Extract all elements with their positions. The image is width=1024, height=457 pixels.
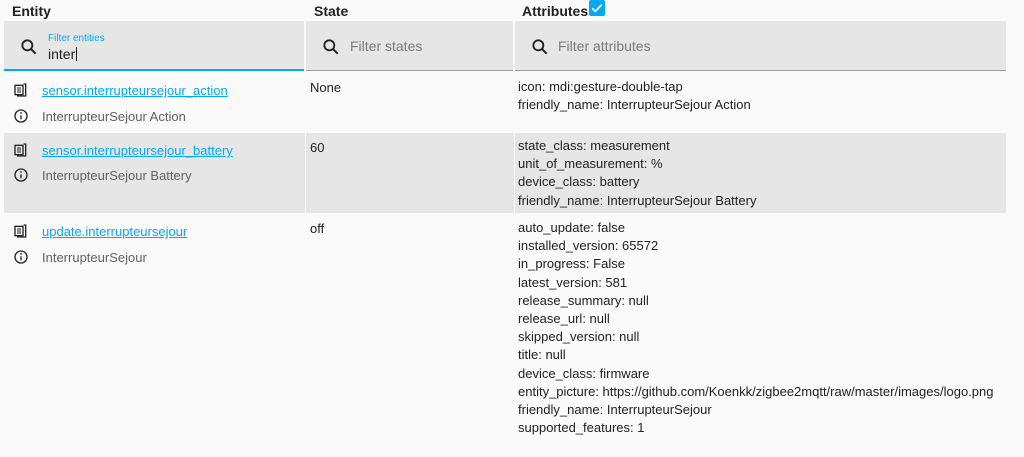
attribute-item: skipped_version: null bbox=[518, 329, 640, 345]
info-icon[interactable] bbox=[13, 249, 29, 265]
clipboard-icon[interactable] bbox=[13, 142, 29, 158]
entity-state: 60 bbox=[310, 140, 325, 155]
state-column-header: State bbox=[314, 3, 349, 19]
entity-filter-label: Filter entities bbox=[48, 33, 105, 44]
clipboard-icon[interactable] bbox=[13, 82, 29, 98]
attribute-item: entity_picture: https://github.com/Koenk… bbox=[518, 383, 994, 399]
entity-state: off bbox=[310, 221, 325, 236]
attribute-item: friendly_name: InterrupteurSejour bbox=[518, 402, 712, 418]
column-divider bbox=[514, 133, 515, 213]
attribute-item: release_url: null bbox=[518, 311, 610, 327]
checkmark-icon bbox=[591, 4, 603, 13]
attribute-item: unit_of_measurement: % bbox=[518, 156, 663, 172]
attribute-item: release_summary: null bbox=[518, 292, 649, 308]
state-filter-field[interactable]: Filter states bbox=[306, 21, 513, 71]
state-filter-input[interactable]: Filter states bbox=[350, 38, 422, 54]
entity-column-header: Entity bbox=[12, 3, 51, 19]
clipboard-icon[interactable] bbox=[13, 223, 29, 239]
attribute-item: friendly_name: InterrupteurSejour Batter… bbox=[518, 192, 757, 208]
attribute-item: supported_features: 1 bbox=[518, 420, 645, 436]
attribute-item: latest_version: 581 bbox=[518, 274, 628, 290]
attribute-item: device_class: firmware bbox=[518, 365, 650, 381]
search-icon bbox=[323, 39, 339, 55]
entity-friendly-name: InterrupteurSejour Action bbox=[42, 109, 186, 124]
entity-filter-input[interactable]: inter bbox=[48, 46, 78, 62]
attributes-filter-field[interactable]: Filter attributes bbox=[515, 21, 1006, 71]
search-icon bbox=[21, 39, 37, 55]
attribute-item: auto_update: false bbox=[518, 220, 625, 235]
attributes-checkbox[interactable] bbox=[589, 0, 605, 16]
attribute-item: icon: mdi:gesture-double-tap bbox=[518, 79, 683, 94]
attributes-list: icon: mdi:gesture-double-tap friendly_na… bbox=[518, 78, 751, 114]
attributes-list: state_class: measurement unit_of_measure… bbox=[518, 137, 756, 210]
attributes-filter-input[interactable]: Filter attributes bbox=[558, 38, 651, 54]
entity-friendly-name: InterrupteurSejour Battery bbox=[42, 168, 192, 183]
attribute-item: friendly_name: InterrupteurSejour Action bbox=[518, 97, 751, 113]
attribute-item: in_progress: False bbox=[518, 256, 625, 272]
entity-filter-field[interactable]: Filter entities inter bbox=[4, 21, 304, 71]
search-icon bbox=[532, 39, 548, 55]
entity-friendly-name: InterrupteurSejour bbox=[42, 250, 147, 265]
attributes-list: auto_update: false installed_version: 65… bbox=[518, 219, 993, 437]
attribute-item: installed_version: 65572 bbox=[518, 238, 659, 254]
attribute-item: title: null bbox=[518, 347, 566, 363]
info-icon[interactable] bbox=[13, 108, 29, 124]
entity-state: None bbox=[310, 80, 342, 95]
column-divider bbox=[305, 133, 306, 213]
attribute-item: state_class: measurement bbox=[518, 138, 670, 153]
entity-link[interactable]: sensor.interrupteursejour_action bbox=[42, 83, 228, 98]
attribute-item: device_class: battery bbox=[518, 174, 640, 190]
attributes-column-header: Attributes bbox=[522, 3, 589, 19]
entity-link[interactable]: sensor.interrupteursejour_battery bbox=[42, 143, 233, 158]
entity-link[interactable]: update.interrupteursejour bbox=[42, 224, 187, 239]
info-icon[interactable] bbox=[13, 167, 29, 183]
